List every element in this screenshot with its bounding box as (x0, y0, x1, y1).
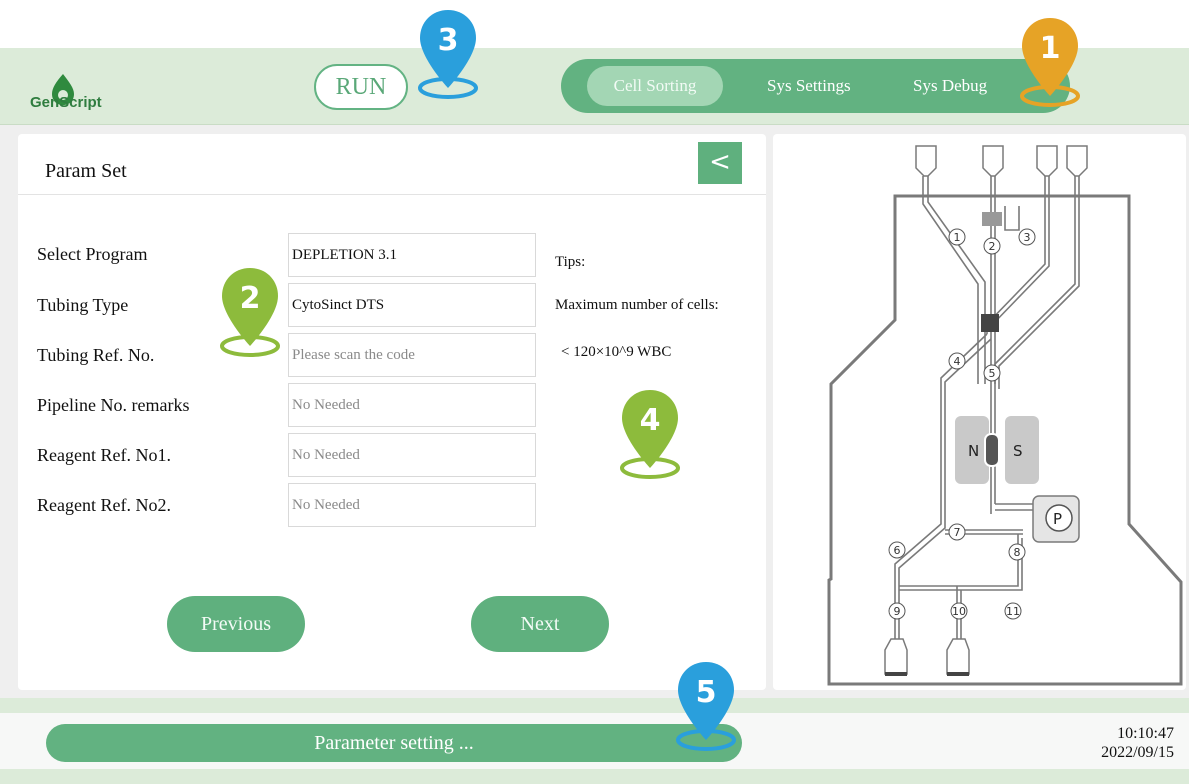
tab-sys-debug[interactable]: Sys Debug (913, 76, 987, 96)
tips-heading: Tips: (555, 254, 586, 270)
tips-cell-limit: < 120×10^9 WBC (561, 344, 672, 360)
clock: 10:10:47 2022/09/15 (1101, 724, 1174, 762)
valve-6: 6 (888, 541, 906, 559)
valve-7: 7 (948, 523, 966, 541)
valve-10: 10 (950, 602, 968, 620)
clock-time: 10:10:47 (1117, 725, 1174, 742)
magnet-n-label: N (968, 442, 979, 460)
svg-text:8: 8 (1014, 546, 1021, 559)
reagent-ref-2-input[interactable]: No Needed (288, 483, 536, 527)
valve-1: 1 (948, 228, 966, 246)
svg-text:10: 10 (952, 605, 966, 618)
tab-sys-settings[interactable]: Sys Settings (767, 76, 851, 96)
tubing-ref-input[interactable]: Please scan the code (288, 333, 536, 377)
svg-text:6: 6 (894, 544, 901, 557)
svg-text:2: 2 (989, 240, 996, 253)
svg-text:7: 7 (954, 526, 961, 539)
label-reagent-ref-1: Reagent Ref. No1. (37, 445, 171, 465)
svg-text:5: 5 (989, 367, 996, 380)
previous-button[interactable]: Previous (167, 596, 305, 652)
marker-2-label: 2 (240, 281, 261, 316)
map-pin-icon: 3 (418, 10, 478, 99)
tubing-type-field[interactable]: CytoSinct DTS (288, 283, 536, 327)
pipeline-remarks-input[interactable]: No Needed (288, 383, 536, 427)
status-progress: Parameter setting ... (46, 724, 742, 762)
label-select-program: Select Program (37, 244, 148, 264)
label-tubing-ref: Tubing Ref. No. (37, 345, 155, 365)
svg-text:1: 1 (954, 231, 961, 244)
marker-1-label: 1 (1040, 31, 1061, 66)
clock-date: 2022/09/15 (1101, 744, 1174, 761)
magnet-s-label: S (1013, 442, 1023, 460)
svg-text:9: 9 (894, 605, 901, 618)
valve-2: 2 (983, 237, 1001, 255)
marker-5-label: 5 (696, 675, 717, 710)
valve-5: 5 (983, 364, 1001, 382)
map-pin-icon: 4 (620, 390, 680, 479)
map-pin-icon: 2 (220, 268, 280, 357)
tab-cell-sorting[interactable]: Cell Sorting (587, 66, 723, 106)
label-tubing-type: Tubing Type (37, 295, 129, 315)
svg-text:3: 3 (1024, 231, 1031, 244)
valve-4: 4 (948, 352, 966, 370)
chevron-left-icon[interactable]: < (698, 142, 742, 184)
label-pipeline-remarks: Pipeline No. remarks (37, 395, 190, 415)
panel-title: Param Set (45, 160, 127, 182)
logo-text: GenScript (30, 94, 102, 111)
map-pin-icon: 1 (1020, 18, 1080, 107)
divider (18, 194, 766, 195)
tubing-diagram: N S P 1 2 3 4 5 6 7 8 9 10 11 (827, 145, 1183, 686)
next-button[interactable]: Next (471, 596, 609, 652)
valve-8: 8 (1008, 543, 1026, 561)
marker-3-label: 3 (438, 23, 459, 58)
select-program-field[interactable]: DEPLETION 3.1 (288, 233, 536, 277)
valve-3: 3 (1018, 228, 1036, 246)
svg-text:11: 11 (1006, 605, 1020, 618)
pump-label: P (1053, 510, 1062, 528)
run-button[interactable]: RUN (314, 64, 408, 110)
map-pin-icon: 5 (676, 662, 736, 751)
valve-11: 11 (1004, 602, 1022, 620)
main-nav: Cell Sorting Sys Settings Sys Debug (561, 59, 1070, 113)
marker-4-label: 4 (640, 403, 661, 438)
label-reagent-ref-2: Reagent Ref. No2. (37, 495, 171, 515)
svg-text:4: 4 (954, 355, 961, 368)
tips-max-cells: Maximum number of cells: (555, 297, 719, 313)
valve-9: 9 (888, 602, 906, 620)
reagent-ref-1-input[interactable]: No Needed (288, 433, 536, 477)
